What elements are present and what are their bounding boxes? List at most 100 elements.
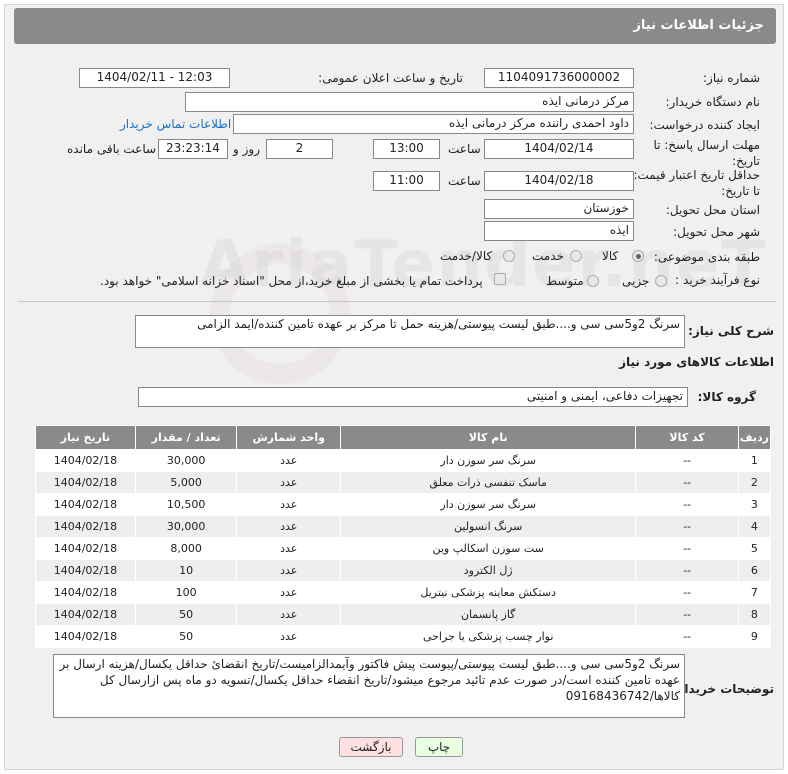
- proc-medium-radio[interactable]: [587, 275, 599, 287]
- cell-unit: عدد: [236, 559, 342, 582]
- cell-code: --: [635, 537, 739, 560]
- cell-qty: 5,000: [134, 471, 238, 494]
- cell-name: سرنگ سر سوزن دار: [340, 449, 637, 472]
- creator-label: ایجاد کننده درخواست:: [649, 118, 760, 132]
- cat-goods-service-radio[interactable]: [503, 250, 515, 262]
- cell-row: 1: [737, 449, 772, 472]
- cell-date: 1404/02/18: [35, 515, 136, 538]
- buyer-org-label: نام دستگاه خریدار:: [665, 95, 761, 109]
- cell-date: 1404/02/18: [35, 471, 136, 494]
- page-title: جزئیات اطلاعات نیاز: [633, 18, 764, 33]
- cat-service-radio[interactable]: [570, 250, 582, 262]
- col-header-unit: واحد شمارش: [236, 425, 342, 450]
- cell-name: سرنگ انسولین: [340, 515, 637, 538]
- col-header-date: تاریخ نیاز: [35, 425, 136, 450]
- buyer-notes-textarea[interactable]: سرنگ 2و5سی سی و....طبق لیست پیوستی/پیوست…: [53, 654, 685, 718]
- province-field: خوزستان: [484, 199, 634, 219]
- table-row: 8 -- گاز پانسمان عدد 50 1404/02/18: [35, 603, 772, 626]
- cell-code: --: [635, 493, 739, 516]
- table-row: 7 -- دستکش معاینه پزشکی نیتریل عدد 100 1404/0…: [35, 581, 772, 604]
- cell-row: 9: [737, 625, 772, 648]
- cell-qty: 8,000: [134, 537, 238, 560]
- validity-label: حداقل تاریخ اعتبار قیمت: تا تاریخ:: [633, 168, 760, 198]
- table-row: 1 -- سرنگ سر سوزن دار عدد 30,000 1404/02/18: [35, 449, 772, 472]
- summary-textarea[interactable]: سرنگ 2و5سی سی و....طبق لیست پیوستی/هزینه…: [135, 315, 685, 348]
- need-number-label: شماره نیاز:: [703, 71, 760, 85]
- col-header-name: نام کالا: [340, 425, 637, 450]
- announce-field: 1404/02/11 - 12:03: [79, 68, 230, 88]
- cat-goods-radio[interactable]: [632, 250, 644, 262]
- cell-date: 1404/02/18: [35, 625, 136, 648]
- cell-row: 4: [737, 515, 772, 538]
- cell-unit: عدد: [236, 515, 342, 538]
- cell-date: 1404/02/18: [35, 581, 136, 604]
- cell-row: 7: [737, 581, 772, 604]
- category-label: طبقه بندی موضوعی:: [653, 250, 760, 264]
- cell-unit: عدد: [236, 449, 342, 472]
- cat-goods-label: کالا: [602, 249, 619, 263]
- cell-name: ماسک تنفسی ذرات معلق: [340, 471, 637, 494]
- cell-row: 8: [737, 603, 772, 626]
- print-button[interactable]: چاپ: [415, 737, 463, 757]
- cell-date: 1404/02/18: [35, 603, 136, 626]
- summary-label: شرح کلی نیاز:: [688, 324, 774, 338]
- contact-buyer-link[interactable]: اطلاعات تماس خریدار: [120, 117, 231, 131]
- title-bar: جزئیات اطلاعات نیاز: [14, 8, 776, 44]
- days-field: 2: [266, 139, 333, 159]
- table-header-row: ردیف کد کالا نام کالا واحد شمارش تعداد /…: [35, 425, 772, 450]
- separator: [18, 301, 776, 302]
- cell-unit: عدد: [236, 471, 342, 494]
- cell-qty: 30,000: [134, 515, 238, 538]
- cell-code: --: [635, 581, 739, 604]
- table-row: 2 -- ماسک تنفسی ذرات معلق عدد 5,000 1404/02/1…: [35, 471, 772, 494]
- cell-code: --: [635, 559, 739, 582]
- cell-row: 3: [737, 493, 772, 516]
- back-button[interactable]: بازگشت: [339, 737, 403, 757]
- cell-date: 1404/02/18: [35, 493, 136, 516]
- validity-date-field: 1404/02/18: [484, 171, 634, 191]
- cell-code: --: [635, 449, 739, 472]
- cell-code: --: [635, 515, 739, 538]
- process-label: نوع فرآیند خرید :: [675, 273, 760, 287]
- treasury-checkbox[interactable]: [494, 273, 506, 285]
- cat-goods-service-label: کالا/خدمت: [440, 249, 493, 263]
- deadline-time-field: 13:00: [373, 139, 440, 159]
- table-row: 6 -- ژل الکترود عدد 10 1404/02/18: [35, 559, 772, 582]
- buyer-org-field: مرکز درمانی ایذه: [185, 92, 634, 112]
- province-label: استان محل تحویل:: [665, 203, 760, 217]
- cell-name: ژل الکترود: [340, 559, 637, 582]
- col-header-row-number: ردیف: [737, 425, 772, 450]
- group-label: گروه کالا:: [697, 390, 756, 404]
- table-row: 4 -- سرنگ انسولین عدد 30,000 1404/02/18: [35, 515, 772, 538]
- deadline-time-label: ساعت: [448, 142, 481, 156]
- cell-date: 1404/02/18: [35, 449, 136, 472]
- need-number-field: 1104091736000002: [484, 68, 634, 88]
- deadline-date-field: 1404/02/14: [484, 139, 634, 159]
- proc-minor-radio[interactable]: [655, 275, 667, 287]
- cell-qty: 10,500: [134, 493, 238, 516]
- validity-time-label: ساعت: [448, 174, 481, 188]
- cell-name: ست سوزن اسکالپ وین: [340, 537, 637, 560]
- table-row: 9 -- نوار چسب پزشکی یا جراحی عدد 50 1404/02/1…: [35, 625, 772, 648]
- remaining-time-field: 23:23:14: [158, 139, 228, 159]
- proc-medium-label: متوسط: [546, 274, 584, 288]
- cell-qty: 50: [134, 603, 238, 626]
- goods-info-title: اطلاعات کالاهای مورد نیاز: [619, 355, 774, 369]
- cell-unit: عدد: [236, 493, 342, 516]
- cell-date: 1404/02/18: [35, 537, 136, 560]
- city-field: ایذه: [484, 221, 634, 241]
- cell-unit: عدد: [236, 625, 342, 648]
- cell-code: --: [635, 471, 739, 494]
- buyer-notes-label: توضیحات خریدار:: [672, 682, 774, 696]
- days-label: روز و: [233, 142, 260, 156]
- deadline-label: مهلت ارسال پاسخ: تا تاریخ:: [653, 138, 760, 168]
- cell-name: نوار چسب پزشکی یا جراحی: [340, 625, 637, 648]
- cell-unit: عدد: [236, 581, 342, 604]
- cell-date: 1404/02/18: [35, 559, 136, 582]
- cell-qty: 50: [134, 625, 238, 648]
- cell-code: --: [635, 603, 739, 626]
- proc-minor-label: جزیی: [622, 274, 650, 288]
- table-row: 5 -- ست سوزن اسکالپ وین عدد 8,000 1404/02/18: [35, 537, 772, 560]
- group-field: تجهیزات دفاعی، ایمنی و امنیتی: [138, 387, 688, 407]
- creator-field: داود احمدی راننده مرکز درمانی ایذه: [233, 114, 634, 134]
